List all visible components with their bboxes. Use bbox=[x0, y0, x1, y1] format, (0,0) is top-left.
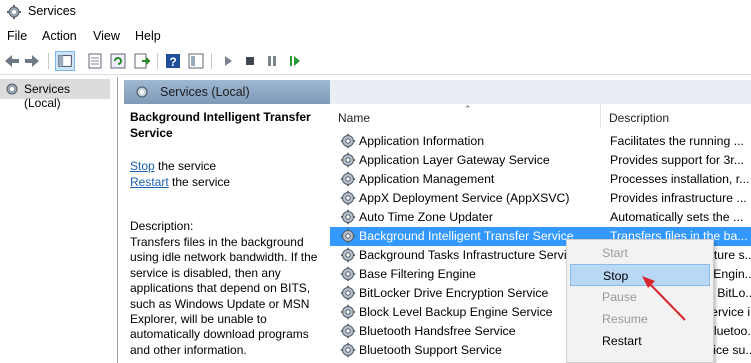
column-header-description[interactable]: Description bbox=[600, 104, 751, 128]
service-description: Provides infrastructure ... bbox=[610, 191, 747, 205]
service-gear-icon bbox=[340, 342, 356, 358]
service-action-links: Stop the service Restart the service bbox=[130, 158, 230, 190]
console-tree-icon[interactable] bbox=[186, 51, 206, 71]
service-gear-icon bbox=[340, 171, 356, 187]
menu-file[interactable]: File bbox=[7, 29, 27, 43]
service-name: Background Intelligent Transfer Service bbox=[359, 229, 574, 243]
service-gear-icon bbox=[340, 323, 356, 339]
help-icon[interactable]: ? bbox=[163, 51, 183, 71]
column-header-name-label: Name bbox=[338, 111, 371, 125]
context-menu-item-label: Stop bbox=[603, 269, 629, 283]
service-name: Auto Time Zone Updater bbox=[359, 210, 493, 224]
window-title: Services bbox=[28, 4, 76, 18]
service-gear-icon bbox=[340, 266, 356, 282]
service-name: AppX Deployment Service (AppXSVC) bbox=[359, 191, 570, 205]
column-header-name[interactable]: ⌃ Name bbox=[330, 104, 600, 128]
tree-node-services-local[interactable]: Services (Local) bbox=[0, 79, 110, 110]
start-service-icon[interactable] bbox=[218, 51, 238, 71]
stop-link-suffix: the service bbox=[154, 159, 217, 173]
service-name: Application Management bbox=[359, 172, 495, 186]
restart-service-link[interactable]: Restart bbox=[130, 175, 169, 189]
context-menu-item-label: Start bbox=[602, 246, 628, 260]
title-bar: Services bbox=[0, 0, 751, 24]
services-gear-icon bbox=[6, 83, 18, 95]
service-description: Facilitates the running ... bbox=[610, 134, 744, 148]
service-gear-icon bbox=[340, 247, 356, 263]
console-tree: Services (Local) bbox=[0, 77, 118, 363]
column-header-description-label: Description bbox=[609, 111, 670, 125]
context-menu-item-label: Restart bbox=[602, 334, 642, 348]
context-menu-item-label: Pause bbox=[602, 290, 637, 304]
service-description: Automatically sets the ... bbox=[610, 210, 744, 224]
context-menu-item-label: Resume bbox=[602, 312, 648, 326]
context-menu-restart[interactable]: Restart bbox=[570, 330, 710, 352]
menu-view[interactable]: View bbox=[93, 29, 120, 43]
pause-service-icon[interactable] bbox=[262, 51, 282, 71]
service-gear-icon bbox=[340, 304, 356, 320]
service-name: BitLocker Drive Encryption Service bbox=[359, 286, 549, 300]
service-row[interactable]: Auto Time Zone Updater Automatically sets… bbox=[330, 208, 751, 227]
service-description: Processes installation, r... bbox=[610, 172, 750, 186]
extended-description-panel: Background Intelligent Transfer Service … bbox=[124, 104, 330, 363]
service-row[interactable]: Application Information Facilitates the r… bbox=[330, 132, 751, 151]
menu-action[interactable]: Action bbox=[42, 29, 77, 43]
pane-header-background bbox=[330, 80, 751, 104]
toolbar: ? bbox=[0, 48, 751, 75]
svg-text:?: ? bbox=[169, 55, 176, 69]
service-name: Block Level Backup Engine Service bbox=[359, 305, 553, 319]
service-gear-icon bbox=[340, 190, 356, 206]
service-gear-icon bbox=[340, 152, 356, 168]
service-gear-icon bbox=[340, 133, 356, 149]
refresh-icon[interactable] bbox=[108, 51, 128, 71]
service-gear-icon bbox=[340, 228, 356, 244]
service-context-menu: Start Stop Pause Resume Restart bbox=[566, 239, 714, 363]
service-name: Bluetooth Support Service bbox=[359, 343, 502, 357]
export-list-icon[interactable] bbox=[132, 51, 152, 71]
service-name: Application Information bbox=[359, 134, 485, 148]
service-name: Application Layer Gateway Service bbox=[359, 153, 550, 167]
service-row[interactable]: Application Layer Gateway Service Provide… bbox=[330, 151, 751, 170]
service-name: Base Filtering Engine bbox=[359, 267, 476, 281]
context-menu-resume[interactable]: Resume bbox=[570, 308, 710, 330]
pane-header-title: Services (Local) bbox=[160, 85, 250, 99]
back-arrow-icon[interactable] bbox=[2, 51, 22, 71]
forward-arrow-icon[interactable] bbox=[22, 51, 42, 71]
restart-link-suffix: the service bbox=[168, 175, 231, 189]
service-gear-icon bbox=[340, 209, 356, 225]
tree-node-label: Services (Local) bbox=[24, 82, 71, 110]
stop-service-icon[interactable] bbox=[240, 51, 260, 71]
context-menu-start[interactable]: Start bbox=[570, 242, 710, 264]
service-gear-icon bbox=[340, 285, 356, 301]
description-label: Description: bbox=[130, 219, 194, 233]
show-hide-tree-icon[interactable] bbox=[55, 51, 75, 71]
services-gear-icon bbox=[136, 86, 148, 98]
service-description: Provides support for 3r... bbox=[610, 153, 744, 167]
pane-header: Services (Local) bbox=[124, 80, 751, 104]
sort-ascending-icon: ⌃ bbox=[464, 104, 472, 114]
service-row[interactable]: AppX Deployment Service (AppXSVC) Provide… bbox=[330, 189, 751, 208]
selected-service-title: Background Intelligent Transfer Service bbox=[130, 110, 311, 140]
resume-service-icon[interactable] bbox=[285, 51, 305, 71]
menu-bar: File Action View Help bbox=[0, 27, 751, 47]
description-text: Transfers files in the background using … bbox=[130, 235, 318, 357]
service-row[interactable]: Application Management Processes installa… bbox=[330, 170, 751, 189]
stop-service-link[interactable]: Stop bbox=[130, 159, 155, 173]
menu-help[interactable]: Help bbox=[135, 29, 161, 43]
service-name: Bluetooth Handsfree Service bbox=[359, 324, 516, 338]
context-menu-stop[interactable]: Stop bbox=[570, 264, 710, 286]
properties-icon[interactable] bbox=[85, 51, 105, 71]
service-name: Background Tasks Infrastructure Service bbox=[359, 248, 580, 262]
context-menu-pause[interactable]: Pause bbox=[570, 286, 710, 308]
services-gear-icon bbox=[7, 5, 21, 19]
